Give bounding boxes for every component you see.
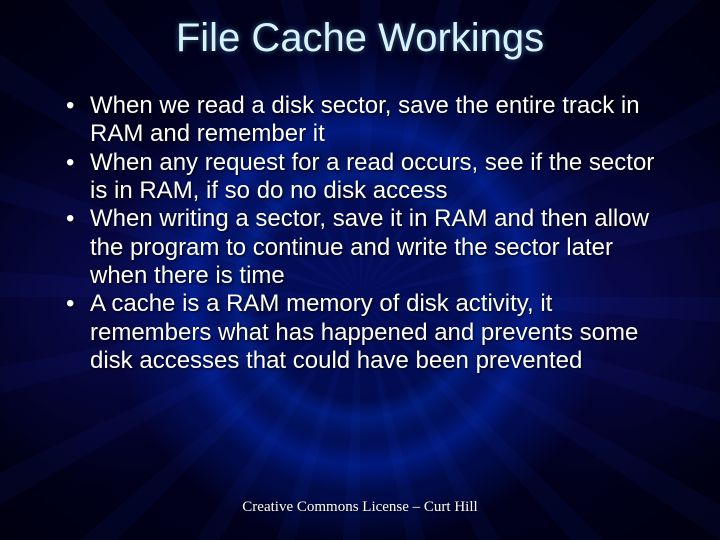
slide: File Cache Workings When we read a disk … [0, 0, 720, 540]
list-item: When we read a disk sector, save the ent… [60, 92, 670, 149]
list-item: When any request for a read occurs, see … [60, 149, 670, 206]
slide-body: When we read a disk sector, save the ent… [60, 92, 670, 375]
bullet-list: When we read a disk sector, save the ent… [60, 92, 670, 375]
slide-title: File Cache Workings [0, 16, 720, 61]
footer-license: Creative Commons License – Curt Hill [0, 499, 720, 516]
bullet-text: When writing a sector, save it in RAM an… [90, 205, 649, 289]
bullet-text: When we read a disk sector, save the ent… [90, 92, 640, 147]
list-item: When writing a sector, save it in RAM an… [60, 205, 670, 290]
list-item: A cache is a RAM memory of disk activity… [60, 290, 670, 375]
bullet-text: A cache is a RAM memory of disk activity… [90, 290, 638, 374]
bullet-text: When any request for a read occurs, see … [90, 149, 654, 204]
